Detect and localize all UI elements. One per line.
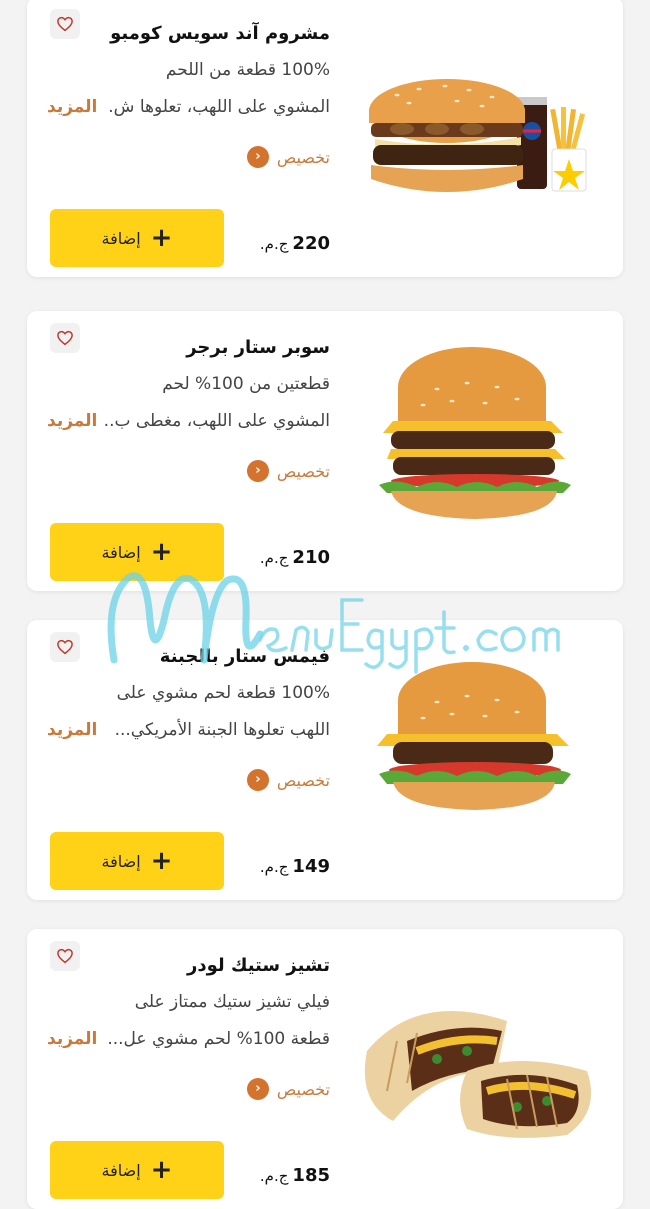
- item-description-line-1: قطعتين من 100% لحم: [162, 374, 330, 394]
- add-label: إضافة: [101, 542, 141, 562]
- price-value: 220: [292, 233, 330, 254]
- heart-icon: [57, 16, 73, 32]
- plus-icon: +: [150, 846, 173, 876]
- chevron-left-icon: ‹: [246, 769, 269, 791]
- more-link[interactable]: المزيد: [47, 720, 97, 740]
- item-price: 220ج.م.: [260, 233, 330, 254]
- item-description-line-2: المشوي على اللهب، تعلوها ش.: [108, 97, 330, 117]
- price-currency: ج.م.: [259, 858, 289, 876]
- heart-icon: [57, 948, 73, 964]
- item-title: تشيز ستيك لودر: [187, 955, 330, 976]
- customize-button[interactable]: تخصيص ‹: [246, 146, 330, 168]
- chevron-left-icon: ‹: [246, 146, 269, 168]
- item-title: سوبر ستار برجر: [186, 337, 330, 358]
- item-description-line-1: فيلي تشيز ستيك ممتاز على: [134, 992, 330, 1012]
- double-burger-image: [357, 347, 597, 523]
- menu-item-card[interactable]: فيمس ستار بالجبنة 100% قطعة لحم مشوي على…: [27, 620, 623, 900]
- favorite-button[interactable]: [50, 323, 80, 353]
- favorite-button[interactable]: [50, 941, 80, 971]
- price-currency: ج.م.: [259, 1167, 289, 1185]
- plus-icon: +: [150, 223, 173, 253]
- cheese-steak-wrap-image: [357, 1011, 597, 1141]
- item-description-line-1: 100% قطعة من اللحم: [165, 60, 330, 80]
- customize-button[interactable]: تخصيص ‹: [246, 1078, 330, 1100]
- menu-item-card[interactable]: مشروم آند سويس كومبو 100% قطعة من اللحم …: [27, 0, 623, 277]
- more-link[interactable]: المزيد: [47, 97, 97, 117]
- plus-icon: +: [150, 1155, 173, 1185]
- burger-combo-image: [357, 79, 597, 209]
- price-value: 210: [292, 547, 330, 568]
- add-button[interactable]: + إضافة: [50, 523, 224, 581]
- add-label: إضافة: [101, 851, 141, 871]
- customize-label: تخصيص: [276, 770, 330, 790]
- customize-label: تخصيص: [276, 147, 330, 167]
- price-value: 185: [292, 1165, 330, 1186]
- menu-item-card[interactable]: سوبر ستار برجر قطعتين من 100% لحم المشوي…: [27, 311, 623, 591]
- customize-button[interactable]: تخصيص ‹: [246, 460, 330, 482]
- item-description-line-1: 100% قطعة لحم مشوي على: [116, 683, 330, 703]
- more-link[interactable]: المزيد: [47, 1029, 97, 1049]
- item-description-line-2: المشوي على اللهب، مغطى ب..: [103, 411, 330, 431]
- customize-label: تخصيص: [276, 461, 330, 481]
- item-description-line-2: قطعة 100% لحم مشوي عل...: [107, 1029, 330, 1049]
- item-price: 210ج.م.: [260, 547, 330, 568]
- cheese-burger-image: [357, 662, 597, 832]
- heart-icon: [57, 330, 73, 346]
- chevron-left-icon: ‹: [246, 460, 269, 482]
- heart-icon: [57, 639, 73, 655]
- price-value: 149: [292, 856, 330, 877]
- menu-item-card[interactable]: تشيز ستيك لودر فيلي تشيز ستيك ممتاز على …: [27, 929, 623, 1209]
- add-button[interactable]: + إضافة: [50, 1141, 224, 1199]
- add-label: إضافة: [101, 1160, 141, 1180]
- plus-icon: +: [150, 537, 173, 567]
- customize-button[interactable]: تخصيص ‹: [246, 769, 330, 791]
- price-currency: ج.م.: [259, 549, 289, 567]
- more-link[interactable]: المزيد: [47, 411, 97, 431]
- item-price: 185ج.م.: [260, 1165, 330, 1186]
- item-title: فيمس ستار بالجبنة: [159, 646, 330, 667]
- price-currency: ج.م.: [259, 235, 289, 253]
- item-title: مشروم آند سويس كومبو: [110, 23, 330, 44]
- customize-label: تخصيص: [276, 1079, 330, 1099]
- favorite-button[interactable]: [50, 9, 80, 39]
- add-label: إضافة: [101, 228, 141, 248]
- add-button[interactable]: + إضافة: [50, 209, 224, 267]
- menu-item-list: مشروم آند سويس كومبو 100% قطعة من اللحم …: [0, 0, 650, 1209]
- favorite-button[interactable]: [50, 632, 80, 662]
- item-description-line-2: اللهب تعلوها الجبنة الأمريكي...: [114, 720, 330, 740]
- chevron-left-icon: ‹: [246, 1078, 269, 1100]
- add-button[interactable]: + إضافة: [50, 832, 224, 890]
- item-price: 149ج.م.: [260, 856, 330, 877]
